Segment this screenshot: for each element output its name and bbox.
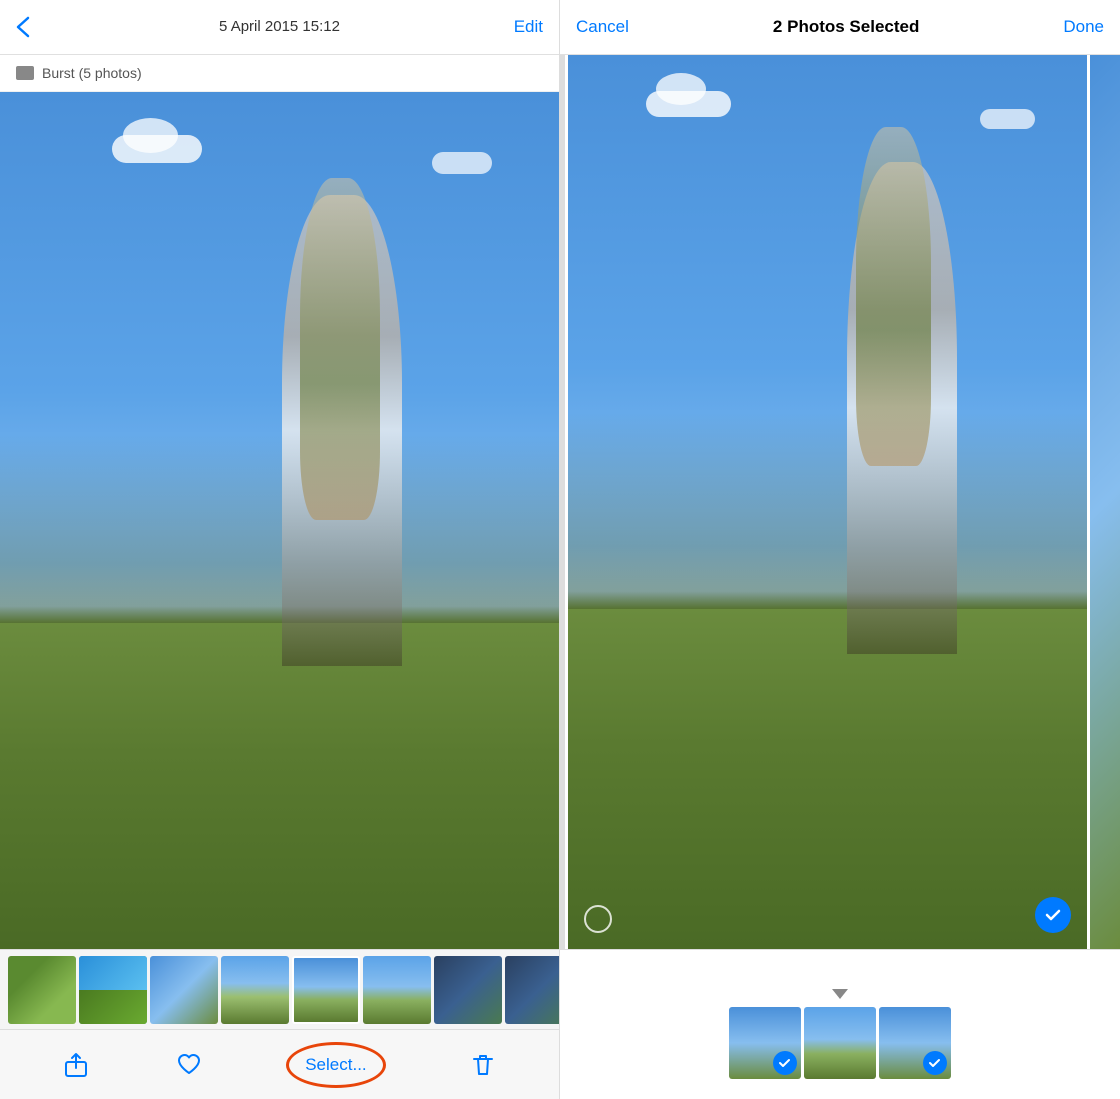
thumbnail-strip-left xyxy=(0,949,559,1029)
right-thumb-1-check xyxy=(773,1051,797,1075)
trees-bg xyxy=(0,435,559,649)
partial-next-photo xyxy=(1090,55,1120,949)
right-thumb-1[interactable] xyxy=(729,1007,801,1079)
burst-icon xyxy=(16,66,34,80)
photo-scene-left xyxy=(0,92,559,949)
right-bottom-area xyxy=(560,949,1120,1099)
thumb-4[interactable] xyxy=(221,956,289,1024)
edit-button[interactable]: Edit xyxy=(514,17,543,37)
child-figure xyxy=(300,178,380,521)
right-main-photo[interactable] xyxy=(568,55,1087,949)
heart-icon xyxy=(176,1052,202,1078)
select-label: Select... xyxy=(289,1047,382,1083)
right-thumb-strip xyxy=(729,1007,951,1079)
thumb-3[interactable] xyxy=(150,956,218,1024)
deselect-indicator[interactable] xyxy=(584,905,612,933)
main-photo-left[interactable] xyxy=(0,92,559,949)
bottom-toolbar-left: Select... xyxy=(0,1029,559,1099)
thumb-1[interactable] xyxy=(8,956,76,1024)
right-panel: Cancel 2 Photos Selected Done xyxy=(560,0,1120,1099)
burst-text: Burst (5 photos) xyxy=(42,65,142,81)
child-r xyxy=(856,127,931,467)
left-header: 5 April 2015 15:12 Edit xyxy=(0,0,559,55)
share-icon xyxy=(63,1052,89,1078)
select-button[interactable]: Select... xyxy=(289,1047,382,1083)
trash-icon xyxy=(470,1052,496,1078)
cloud-r2 xyxy=(980,109,1035,129)
trees-r xyxy=(568,413,1087,637)
date-text: 5 April 2015 15:12 xyxy=(219,18,340,35)
left-panel: 5 April 2015 15:12 Edit Burst (5 photos) xyxy=(0,0,560,1099)
cloud-2 xyxy=(432,152,492,174)
trash-button[interactable] xyxy=(470,1052,496,1078)
checkmark-icon xyxy=(1043,905,1063,925)
done-button[interactable]: Done xyxy=(1063,17,1104,37)
ground xyxy=(0,623,559,949)
thumb-2[interactable] xyxy=(79,956,147,1024)
header-date-time: 5 April 2015 15:12 xyxy=(219,18,340,36)
right-thumb-2[interactable] xyxy=(804,1007,876,1079)
right-photo-area xyxy=(560,55,1120,949)
thumb-8[interactable] xyxy=(505,956,559,1024)
like-button[interactable] xyxy=(176,1052,202,1078)
select-indicator-checked[interactable] xyxy=(1035,897,1071,933)
cloud-1-top xyxy=(123,118,178,153)
selected-title: 2 Photos Selected xyxy=(773,17,919,37)
thumb-6[interactable] xyxy=(363,956,431,1024)
cancel-button[interactable]: Cancel xyxy=(576,17,629,37)
photo-scene-right xyxy=(568,55,1087,949)
thumb-7[interactable] xyxy=(434,956,502,1024)
cloud-r1-top xyxy=(656,73,706,105)
separator-left xyxy=(560,55,565,949)
ground-r xyxy=(568,609,1087,949)
back-button[interactable] xyxy=(16,16,30,38)
burst-label-row: Burst (5 photos) xyxy=(0,55,559,92)
back-icon xyxy=(16,16,30,38)
share-button[interactable] xyxy=(63,1052,89,1078)
check-icon-1 xyxy=(778,1056,792,1070)
right-header: Cancel 2 Photos Selected Done xyxy=(560,0,1120,55)
right-thumb-3-check xyxy=(923,1051,947,1075)
thumb-5-selected[interactable] xyxy=(292,956,360,1024)
right-thumb-3[interactable] xyxy=(879,1007,951,1079)
check-icon-3 xyxy=(928,1056,942,1070)
selection-pointer xyxy=(832,989,848,999)
